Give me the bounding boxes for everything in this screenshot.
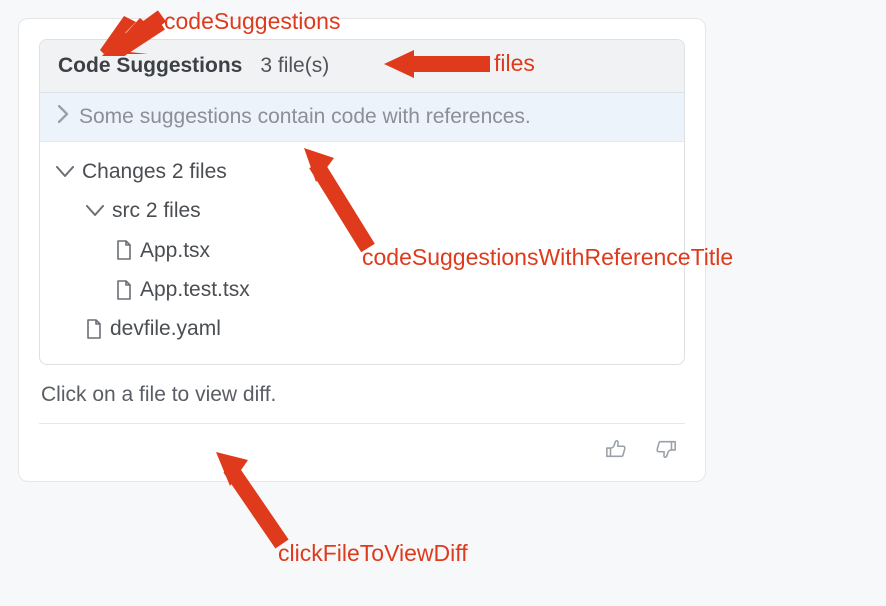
thumbs-down-icon	[655, 448, 677, 463]
tree-folder-changes[interactable]: Changes 2 files	[52, 152, 672, 191]
code-suggestions-panel: Code Suggestions 3 file(s) Some suggesti…	[39, 39, 685, 365]
panel-title: Code Suggestions	[58, 54, 242, 78]
tree-file-name: App.tsx	[140, 237, 210, 264]
tree-file[interactable]: devfile.yaml	[52, 309, 672, 348]
thumbs-down-button[interactable]	[651, 434, 681, 467]
file-count: 3 file(s)	[260, 54, 329, 78]
references-banner-text: Some suggestions contain code with refer…	[79, 105, 531, 129]
references-banner[interactable]: Some suggestions contain code with refer…	[40, 93, 684, 142]
file-icon	[86, 319, 102, 339]
code-suggestions-card: Code Suggestions 3 file(s) Some suggesti…	[18, 18, 706, 482]
panel-header: Code Suggestions 3 file(s)	[40, 40, 684, 93]
tree-file-name: devfile.yaml	[110, 315, 221, 342]
tree-folder-label: src 2 files	[112, 197, 201, 224]
chevron-down-icon	[56, 158, 74, 185]
tree-folder-label: Changes 2 files	[82, 158, 227, 185]
tree-file[interactable]: App.tsx	[52, 231, 672, 270]
chevron-right-icon	[58, 105, 69, 129]
file-icon	[116, 280, 132, 300]
file-icon	[116, 240, 132, 260]
tree-file-name: App.test.tsx	[140, 276, 250, 303]
view-diff-hint: Click on a file to view diff.	[39, 383, 685, 407]
feedback-row	[39, 424, 685, 467]
thumbs-up-button[interactable]	[601, 434, 631, 467]
annotation-label: clickFileToViewDiff	[278, 540, 468, 567]
file-tree: Changes 2 files src 2 files App.tsx App.…	[40, 142, 684, 364]
tree-file[interactable]: App.test.tsx	[52, 270, 672, 309]
tree-folder-src[interactable]: src 2 files	[52, 191, 672, 230]
thumbs-up-icon	[605, 448, 627, 463]
chevron-down-icon	[86, 197, 104, 224]
